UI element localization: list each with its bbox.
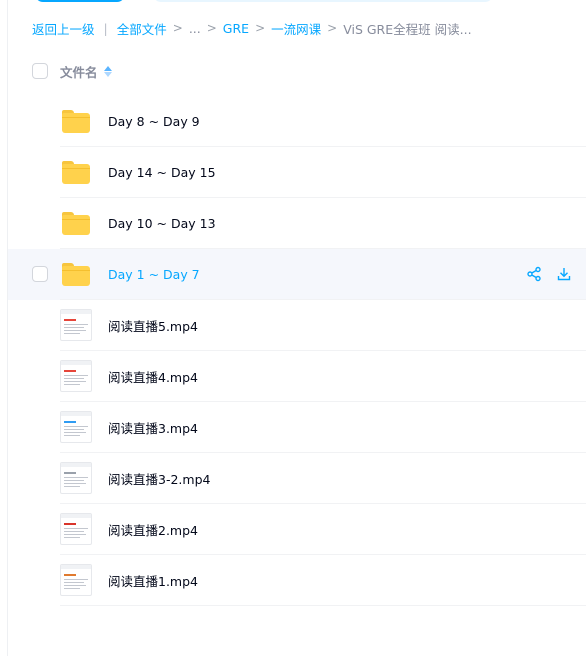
top-toolbar-partial: [35, 0, 495, 2]
file-row[interactable]: 阅读直播3-2.mp4: [8, 453, 586, 504]
chevron-right-icon: >: [206, 21, 217, 35]
video-thumbnail: [60, 563, 92, 597]
file-row[interactable]: Day 14 ~ Day 15: [8, 147, 586, 198]
share-icon[interactable]: [526, 266, 542, 282]
folder-icon: [60, 206, 92, 240]
file-row[interactable]: Day 1 ~ Day 7: [8, 249, 586, 300]
file-row[interactable]: 阅读直播4.mp4: [8, 351, 586, 402]
file-name[interactable]: Day 10 ~ Day 13: [108, 216, 216, 231]
upload-button-partial[interactable]: [35, 0, 125, 2]
download-icon[interactable]: [556, 266, 572, 282]
file-name[interactable]: 阅读直播1.mp4: [108, 571, 198, 590]
file-name[interactable]: 阅读直播3.mp4: [108, 418, 198, 437]
file-row[interactable]: Day 8 ~ Day 9: [8, 96, 586, 147]
file-name[interactable]: 阅读直播2.mp4: [108, 520, 198, 539]
video-thumbnail: [60, 308, 92, 342]
video-thumbnail: [60, 359, 92, 393]
breadcrumb-current: ViS GRE全程班 阅读...: [343, 21, 472, 37]
folder-icon: [60, 155, 92, 189]
breadcrumb-separator: |: [103, 20, 108, 36]
breadcrumb-item-course[interactable]: 一流网课: [271, 19, 321, 38]
chevron-right-icon: >: [255, 21, 266, 35]
file-row[interactable]: 阅读直播1.mp4: [8, 555, 586, 606]
file-row[interactable]: 阅读直播3.mp4: [8, 402, 586, 453]
breadcrumb-root[interactable]: 全部文件: [117, 19, 167, 38]
sort-icon[interactable]: [103, 65, 112, 77]
file-name[interactable]: 阅读直播5.mp4: [108, 316, 198, 335]
file-list-header: 文件名: [32, 62, 112, 80]
video-thumbnail: [60, 461, 92, 495]
file-name[interactable]: Day 8 ~ Day 9: [108, 114, 200, 129]
search-box-partial[interactable]: [153, 0, 493, 2]
folder-icon: [60, 257, 92, 291]
file-list: Day 8 ~ Day 9 Day 14 ~ Day 15 Day 10 ~ Day…: [8, 96, 586, 606]
row-checkbox[interactable]: [32, 266, 48, 282]
file-name[interactable]: 阅读直播3-2.mp4: [108, 469, 210, 488]
column-header-filename[interactable]: 文件名: [60, 62, 98, 81]
file-row[interactable]: 阅读直播5.mp4: [8, 300, 586, 351]
file-row[interactable]: 阅读直播2.mp4: [8, 504, 586, 555]
folder-icon: [60, 104, 92, 138]
file-name[interactable]: Day 14 ~ Day 15: [108, 165, 216, 180]
breadcrumb-item-gre[interactable]: GRE: [223, 21, 249, 36]
back-link[interactable]: 返回上一级: [32, 19, 95, 38]
row-actions: [526, 266, 572, 282]
breadcrumb: 返回上一级 | 全部文件 > ... > GRE > 一流网课 > ViS GR…: [32, 18, 472, 38]
chevron-right-icon: >: [172, 21, 183, 35]
video-thumbnail: [60, 512, 92, 546]
file-name[interactable]: 阅读直播4.mp4: [108, 367, 198, 386]
file-name[interactable]: Day 1 ~ Day 7: [108, 267, 200, 282]
breadcrumb-ellipsis[interactable]: ...: [189, 21, 201, 36]
video-thumbnail: [60, 410, 92, 444]
chevron-right-icon: >: [327, 21, 338, 35]
select-all-checkbox[interactable]: [32, 63, 48, 79]
file-row[interactable]: Day 10 ~ Day 13: [8, 198, 586, 249]
